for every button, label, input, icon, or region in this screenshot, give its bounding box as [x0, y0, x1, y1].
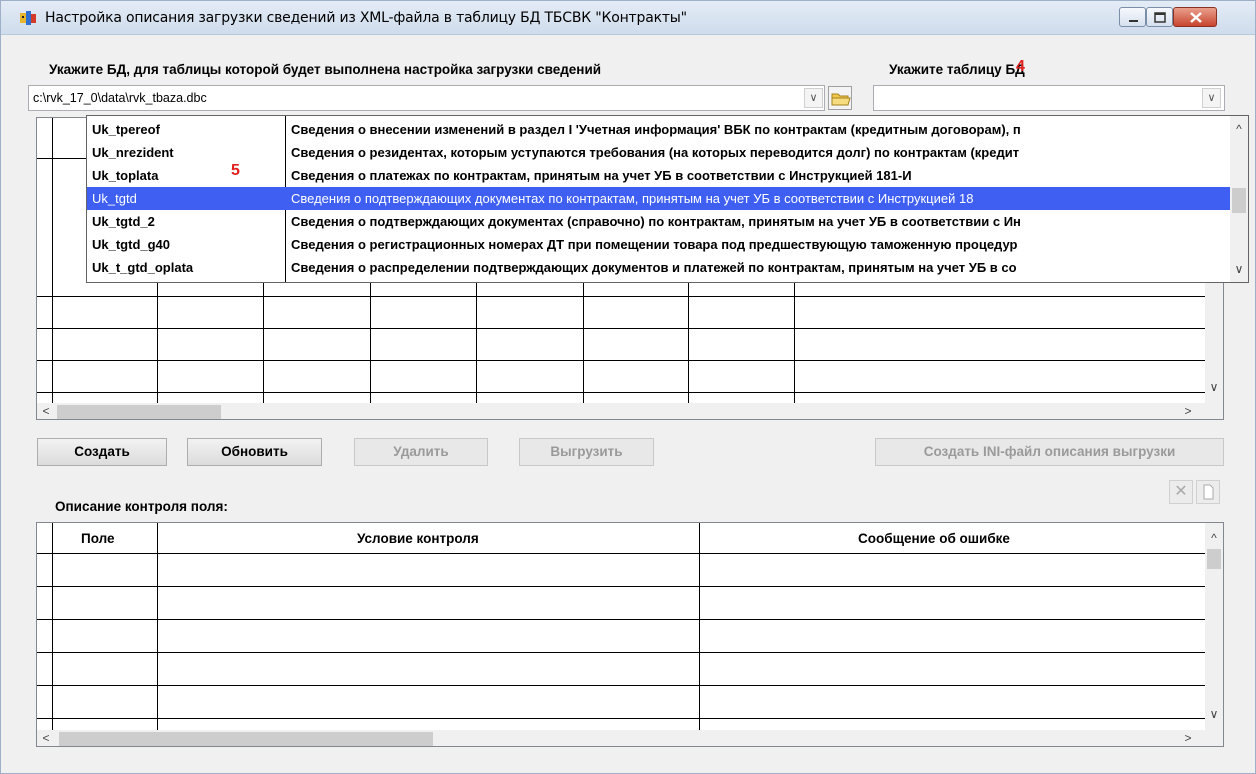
- scroll-right-icon[interactable]: >: [1179, 731, 1197, 745]
- list-item[interactable]: Uk_t_gtd_oplata Сведения о распределении …: [87, 256, 1230, 279]
- column-header-error[interactable]: Сообщение об ошибке: [858, 531, 1010, 546]
- minimize-button[interactable]: [1119, 7, 1146, 27]
- db-dropdown-button[interactable]: ∨: [804, 88, 823, 108]
- close-button[interactable]: [1173, 7, 1217, 27]
- scroll-left-icon[interactable]: <: [37, 731, 55, 745]
- fields-hscroll[interactable]: < >: [37, 403, 1223, 419]
- list-item[interactable]: Uk_toplata Сведения о платежах по контрак…: [87, 164, 1230, 187]
- scroll-right-icon[interactable]: >: [1179, 404, 1197, 418]
- scroll-up-icon[interactable]: ^: [1230, 122, 1248, 136]
- close-icon: ✕: [1174, 483, 1188, 500]
- control-vscroll-thumb[interactable]: [1207, 549, 1221, 569]
- maximize-icon: [1154, 12, 1166, 23]
- chevron-down-icon: ∨: [1207, 92, 1216, 104]
- scroll-down-icon[interactable]: ∨: [1230, 262, 1248, 276]
- title-bar[interactable]: Настройка описания загрузки сведений из …: [1, 1, 1255, 35]
- window-title: Настройка описания загрузки сведений из …: [45, 10, 687, 26]
- folder-icon: [831, 93, 851, 106]
- control-grid[interactable]: Поле Условие контроля Сообщение об ошибк…: [36, 522, 1224, 747]
- scroll-up-icon[interactable]: ^: [1205, 531, 1223, 545]
- main-window: Настройка описания загрузки сведений из …: [0, 0, 1256, 774]
- fields-hscroll-thumb[interactable]: [57, 405, 221, 419]
- document-icon: [1203, 484, 1214, 500]
- maximize-button[interactable]: [1146, 7, 1173, 27]
- table-dropdown-button[interactable]: ∨: [1202, 88, 1221, 108]
- control-label: Описание контроля поля:: [55, 499, 228, 514]
- db-value: c:\rvk_17_0\data\rvk_tbaza.dbc: [33, 91, 207, 105]
- create-button[interactable]: Создать: [37, 438, 167, 466]
- column-header-condition[interactable]: Условие контроля: [357, 531, 479, 546]
- scroll-down-icon[interactable]: ∨: [1205, 707, 1223, 721]
- delete-button[interactable]: Удалить: [354, 438, 488, 466]
- list-item[interactable]: Uk_tpereof Сведения о внесении изменений …: [87, 118, 1230, 141]
- export-button[interactable]: Выгрузить: [519, 438, 654, 466]
- table-dropdown-list[interactable]: Uk_tpereof Сведения о внесении изменений …: [86, 115, 1249, 283]
- annotation-4: 4: [1016, 58, 1025, 75]
- table-combo[interactable]: ∨: [873, 85, 1225, 111]
- minimize-icon: [1129, 20, 1138, 22]
- refresh-button[interactable]: Обновить: [187, 438, 322, 466]
- db-label: Укажите БД, для таблицы которой будет вы…: [49, 62, 602, 77]
- list-vscroll[interactable]: ^ ∨: [1230, 116, 1248, 282]
- control-vscroll[interactable]: ^ ∨: [1205, 523, 1223, 730]
- create-ini-button[interactable]: Создать INI-файл описания выгрузки: [875, 438, 1224, 466]
- db-combo[interactable]: c:\rvk_17_0\data\rvk_tbaza.dbc ∨: [28, 85, 825, 111]
- scroll-down-icon[interactable]: ∨: [1205, 380, 1223, 394]
- control-hscroll-thumb[interactable]: [59, 732, 433, 746]
- list-vscroll-thumb[interactable]: [1232, 188, 1246, 213]
- new-row-button[interactable]: [1196, 480, 1220, 504]
- browse-folder-button[interactable]: [828, 86, 852, 110]
- column-header-field[interactable]: Поле: [81, 531, 115, 546]
- control-hscroll[interactable]: < >: [37, 730, 1223, 746]
- list-item-selected[interactable]: Uk_tgtd Сведения о подтверждающих докумен…: [87, 187, 1230, 210]
- list-item[interactable]: Uk_tgtd_g40 Сведения о регистрационных но…: [87, 233, 1230, 256]
- chevron-down-icon: ∨: [809, 92, 818, 104]
- list-item[interactable]: Uk_nrezident Сведения о резидентах, котор…: [87, 141, 1230, 164]
- list-item[interactable]: Uk_tgtd_2 Сведения о подтверждающих докум…: [87, 210, 1230, 233]
- close-icon: [1190, 12, 1202, 23]
- annotation-5: 5: [231, 162, 240, 179]
- app-icon: [20, 11, 36, 25]
- delete-row-button[interactable]: ✕: [1169, 480, 1193, 504]
- table-label: Укажите таблицу БД: [889, 62, 1025, 77]
- scroll-left-icon[interactable]: <: [37, 404, 55, 418]
